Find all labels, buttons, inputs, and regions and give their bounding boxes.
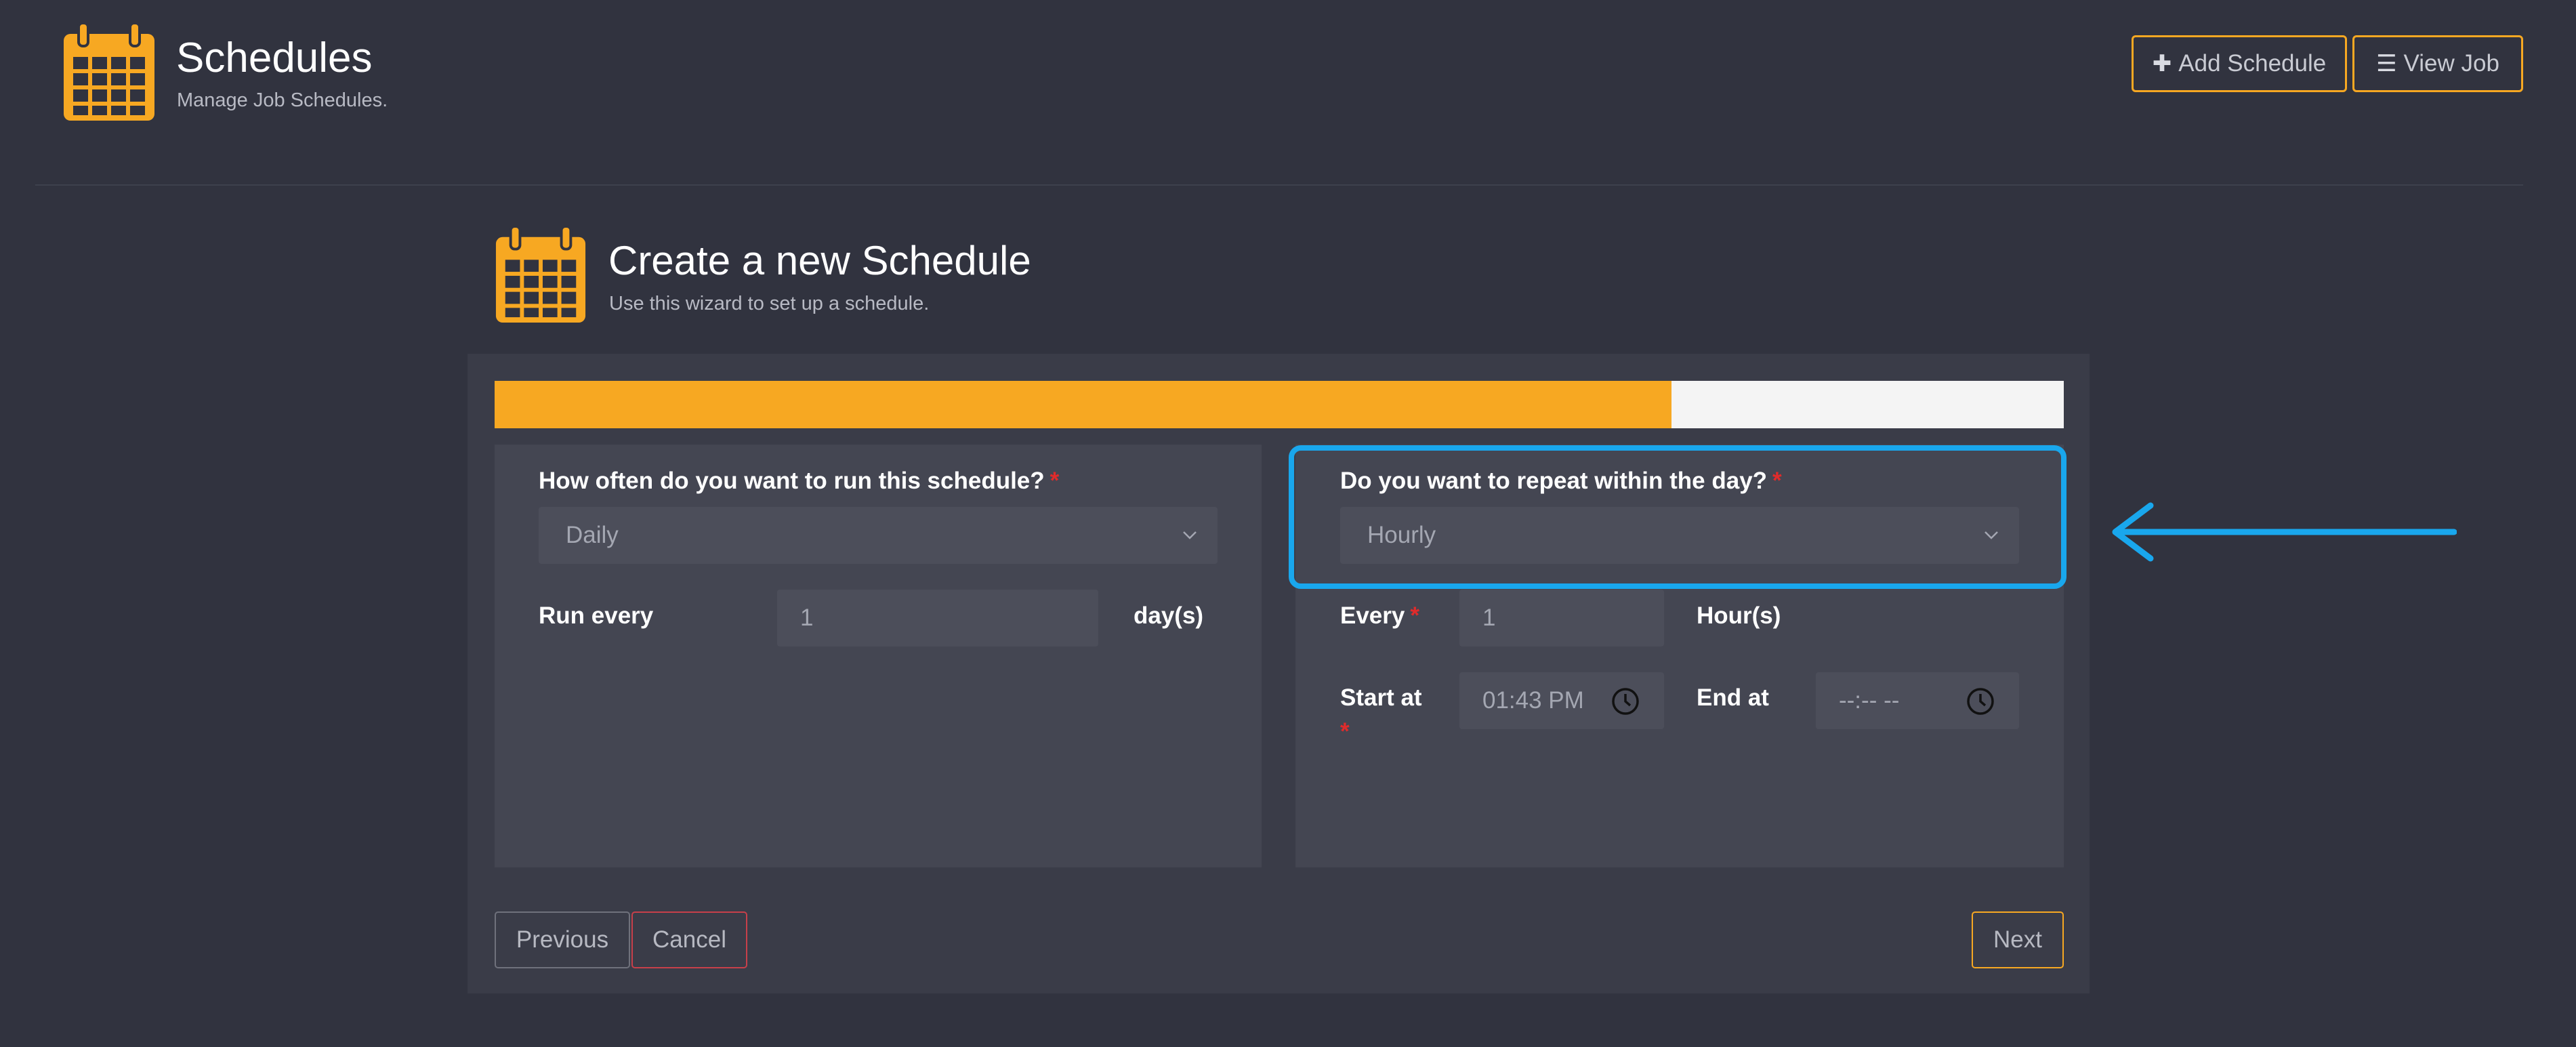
wizard-progress-fill <box>495 381 1671 428</box>
run-every-label: Run every <box>539 602 654 629</box>
add-schedule-button[interactable]: ✚ Add Schedule <box>2132 35 2347 92</box>
frequency-select[interactable]: Daily <box>539 507 1218 564</box>
wizard-title: Create a new Schedule <box>608 238 1031 283</box>
frequency-select-value: Daily <box>566 522 619 548</box>
start-at-label: Start at <box>1340 684 1422 711</box>
every-label: Every * <box>1340 602 1419 629</box>
view-job-label: View Job <box>2403 50 2499 77</box>
list-icon: ☰ <box>2376 51 2397 77</box>
wizard-progress-bar <box>495 381 2064 428</box>
add-schedule-label: Add Schedule <box>2178 50 2327 77</box>
page-subtitle: Manage Job Schedules. <box>177 89 388 111</box>
wizard-subtitle: Use this wizard to set up a schedule. <box>609 293 930 314</box>
cancel-button[interactable]: Cancel <box>631 911 747 968</box>
previous-label: Previous <box>516 926 609 953</box>
run-every-unit: day(s) <box>1134 602 1204 629</box>
end-time-value: --:-- -- <box>1839 687 1900 714</box>
end-at-label: End at <box>1697 684 1769 711</box>
every-input[interactable]: 1 <box>1459 590 1664 646</box>
previous-button[interactable]: Previous <box>495 911 630 968</box>
run-every-value: 1 <box>800 604 814 631</box>
required-mark: * <box>1410 602 1419 629</box>
start-time-value: 01:43 PM <box>1482 687 1584 714</box>
start-time-input[interactable]: 01:43 PM <box>1459 672 1664 729</box>
page-title: Schedules <box>176 35 373 81</box>
wizard-calendar-icon <box>493 224 588 327</box>
arrow-left-icon <box>2107 501 2457 562</box>
required-mark: * <box>1050 468 1060 494</box>
run-every-input[interactable]: 1 <box>777 590 1098 646</box>
calendar-icon <box>61 22 157 123</box>
plus-icon: ✚ <box>2152 51 2172 77</box>
header-divider <box>35 184 2523 186</box>
every-value: 1 <box>1482 604 1496 631</box>
frequency-label: How often do you want to run this schedu… <box>539 468 1060 494</box>
start-at-required-mark: * <box>1340 718 1350 745</box>
cancel-label: Cancel <box>652 926 726 953</box>
annotation-highlight <box>1289 445 2066 589</box>
next-label: Next <box>1993 926 2042 953</box>
next-button[interactable]: Next <box>1972 911 2064 968</box>
clock-icon[interactable] <box>1611 687 1640 716</box>
chevron-down-icon <box>1182 527 1197 542</box>
clock-icon[interactable] <box>1966 687 1995 716</box>
every-unit: Hour(s) <box>1697 602 1781 629</box>
end-time-input[interactable]: --:-- -- <box>1816 672 2019 729</box>
view-job-button[interactable]: ☰ View Job <box>2352 35 2523 92</box>
